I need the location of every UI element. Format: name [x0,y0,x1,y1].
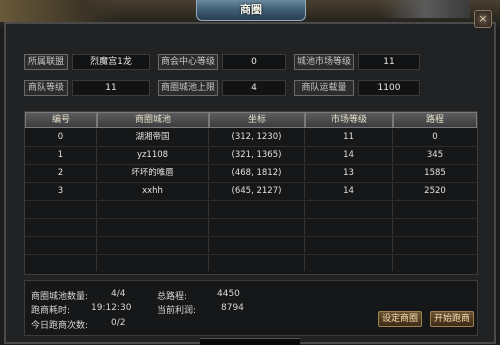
cell-coords: (468, 1812) [209,165,305,181]
cell-id: 1 [25,147,97,163]
run-time-label: 跑商耗时: [31,306,71,316]
empty-row [25,201,477,217]
empty-cell [305,201,393,217]
cell-coords: (312, 1230) [209,129,305,145]
city-market-value: 11 [358,54,420,70]
team-level-label: 商队等级 [24,80,68,96]
header-coords: 坐标 [209,112,305,128]
team-level-value: 11 [72,80,150,96]
header-distance: 路程 [393,112,477,128]
cell-market-level: 14 [305,183,393,199]
cell-coords: (321, 1365) [209,147,305,163]
city-count-value: 4/4 [111,289,126,299]
empty-cell [305,255,393,271]
cell-distance: 1585 [424,168,446,178]
team-capacity-value: 1100 [358,80,420,96]
summary-panel: 商圈城池数量: 4/4 总路程: 4450 跑商耗时: 19:12:30 当前利… [24,280,478,336]
empty-cell [25,255,97,271]
empty-cell [97,219,209,235]
empty-cell [97,237,209,253]
team-capacity-label: 商队运载量 [294,80,354,96]
cell-city: yz1108 [97,147,209,163]
table-row[interactable]: 1 yz1108 (321, 1365) 14 345 [25,147,477,163]
row-divider [25,182,477,183]
empty-cell [209,219,305,235]
city-limit-label: 商圈城池上限 [158,80,218,96]
empty-cell [305,219,393,235]
window-title: 商圈 [196,0,306,21]
set-trade-circle-button[interactable]: 设定商圈 [378,311,422,327]
empty-row [25,255,477,271]
run-time-value: 19:12:30 [91,303,132,313]
profit-label: 当前利润: [157,306,197,316]
empty-row [25,237,477,253]
header-city: 商圈城池 [97,112,209,128]
empty-cell [25,237,97,253]
cell-city: 湖湘帝国 [97,129,209,145]
close-button[interactable]: × [474,10,492,28]
city-count-label: 商圈城池数量: [31,292,89,302]
cell-city: 坏坏的唯唇 [97,165,209,181]
table-row[interactable]: 3 xxhh (645, 2127) 14 2520 [25,183,477,199]
cell-id: 0 [25,129,97,145]
total-distance-label: 总路程: [157,292,188,302]
cell-id: 3 [25,183,97,199]
cell-distance: 0 [432,132,438,142]
alliance-value: 烈魔宫1龙 [72,54,150,70]
alliance-label: 所属联盟 [24,54,68,70]
empty-cell [305,237,393,253]
row-divider [25,218,477,219]
empty-cell [209,201,305,217]
table-row[interactable]: 2 坏坏的唯唇 (468, 1812) 13 1585 [25,165,477,181]
empty-cell [97,201,209,217]
cell-distance: 2520 [424,186,446,196]
scene-art-left [0,0,120,22]
row-divider [25,254,477,255]
start-trade-run-button[interactable]: 开始跑商 [430,311,474,327]
today-runs-value: 0/2 [111,318,126,328]
row-divider [25,164,477,165]
center-level-label: 商会中心等级 [158,54,218,70]
empty-cell [209,255,305,271]
cell-id: 2 [25,165,97,181]
cell-market-level: 11 [305,129,393,145]
empty-cell [25,201,97,217]
city-market-label: 城池市场等级 [294,54,354,70]
profit-value: 8794 [221,303,244,313]
empty-cell [25,219,97,235]
cell-market-level: 14 [305,147,393,163]
center-level-value: 0 [222,54,286,70]
cell-coords: (645, 2127) [209,183,305,199]
row-divider [25,236,477,237]
empty-cell [209,237,305,253]
total-distance-value: 4450 [217,289,240,299]
cell-city: xxhh [97,183,209,199]
city-limit-value: 4 [222,80,286,96]
table-row[interactable]: 0 湖湘帝国 (312, 1230) 11 0 [25,129,477,145]
header-market-level: 市场等级 [305,112,393,128]
empty-row [25,219,477,235]
row-divider [25,200,477,201]
empty-cell [97,255,209,271]
scene-art-right [380,0,470,18]
cell-distance: 345 [426,150,444,160]
row-divider [25,146,477,147]
cell-market-level: 13 [305,165,393,181]
today-runs-label: 今日跑商次数: [31,321,89,331]
trade-circle-table: 编号 商圈城池 坐标 市场等级 路程 0 湖湘帝国 (312, 1230) 11… [24,111,478,275]
table-header: 编号 商圈城池 坐标 市场等级 路程 [25,112,477,128]
header-id: 编号 [25,112,97,128]
